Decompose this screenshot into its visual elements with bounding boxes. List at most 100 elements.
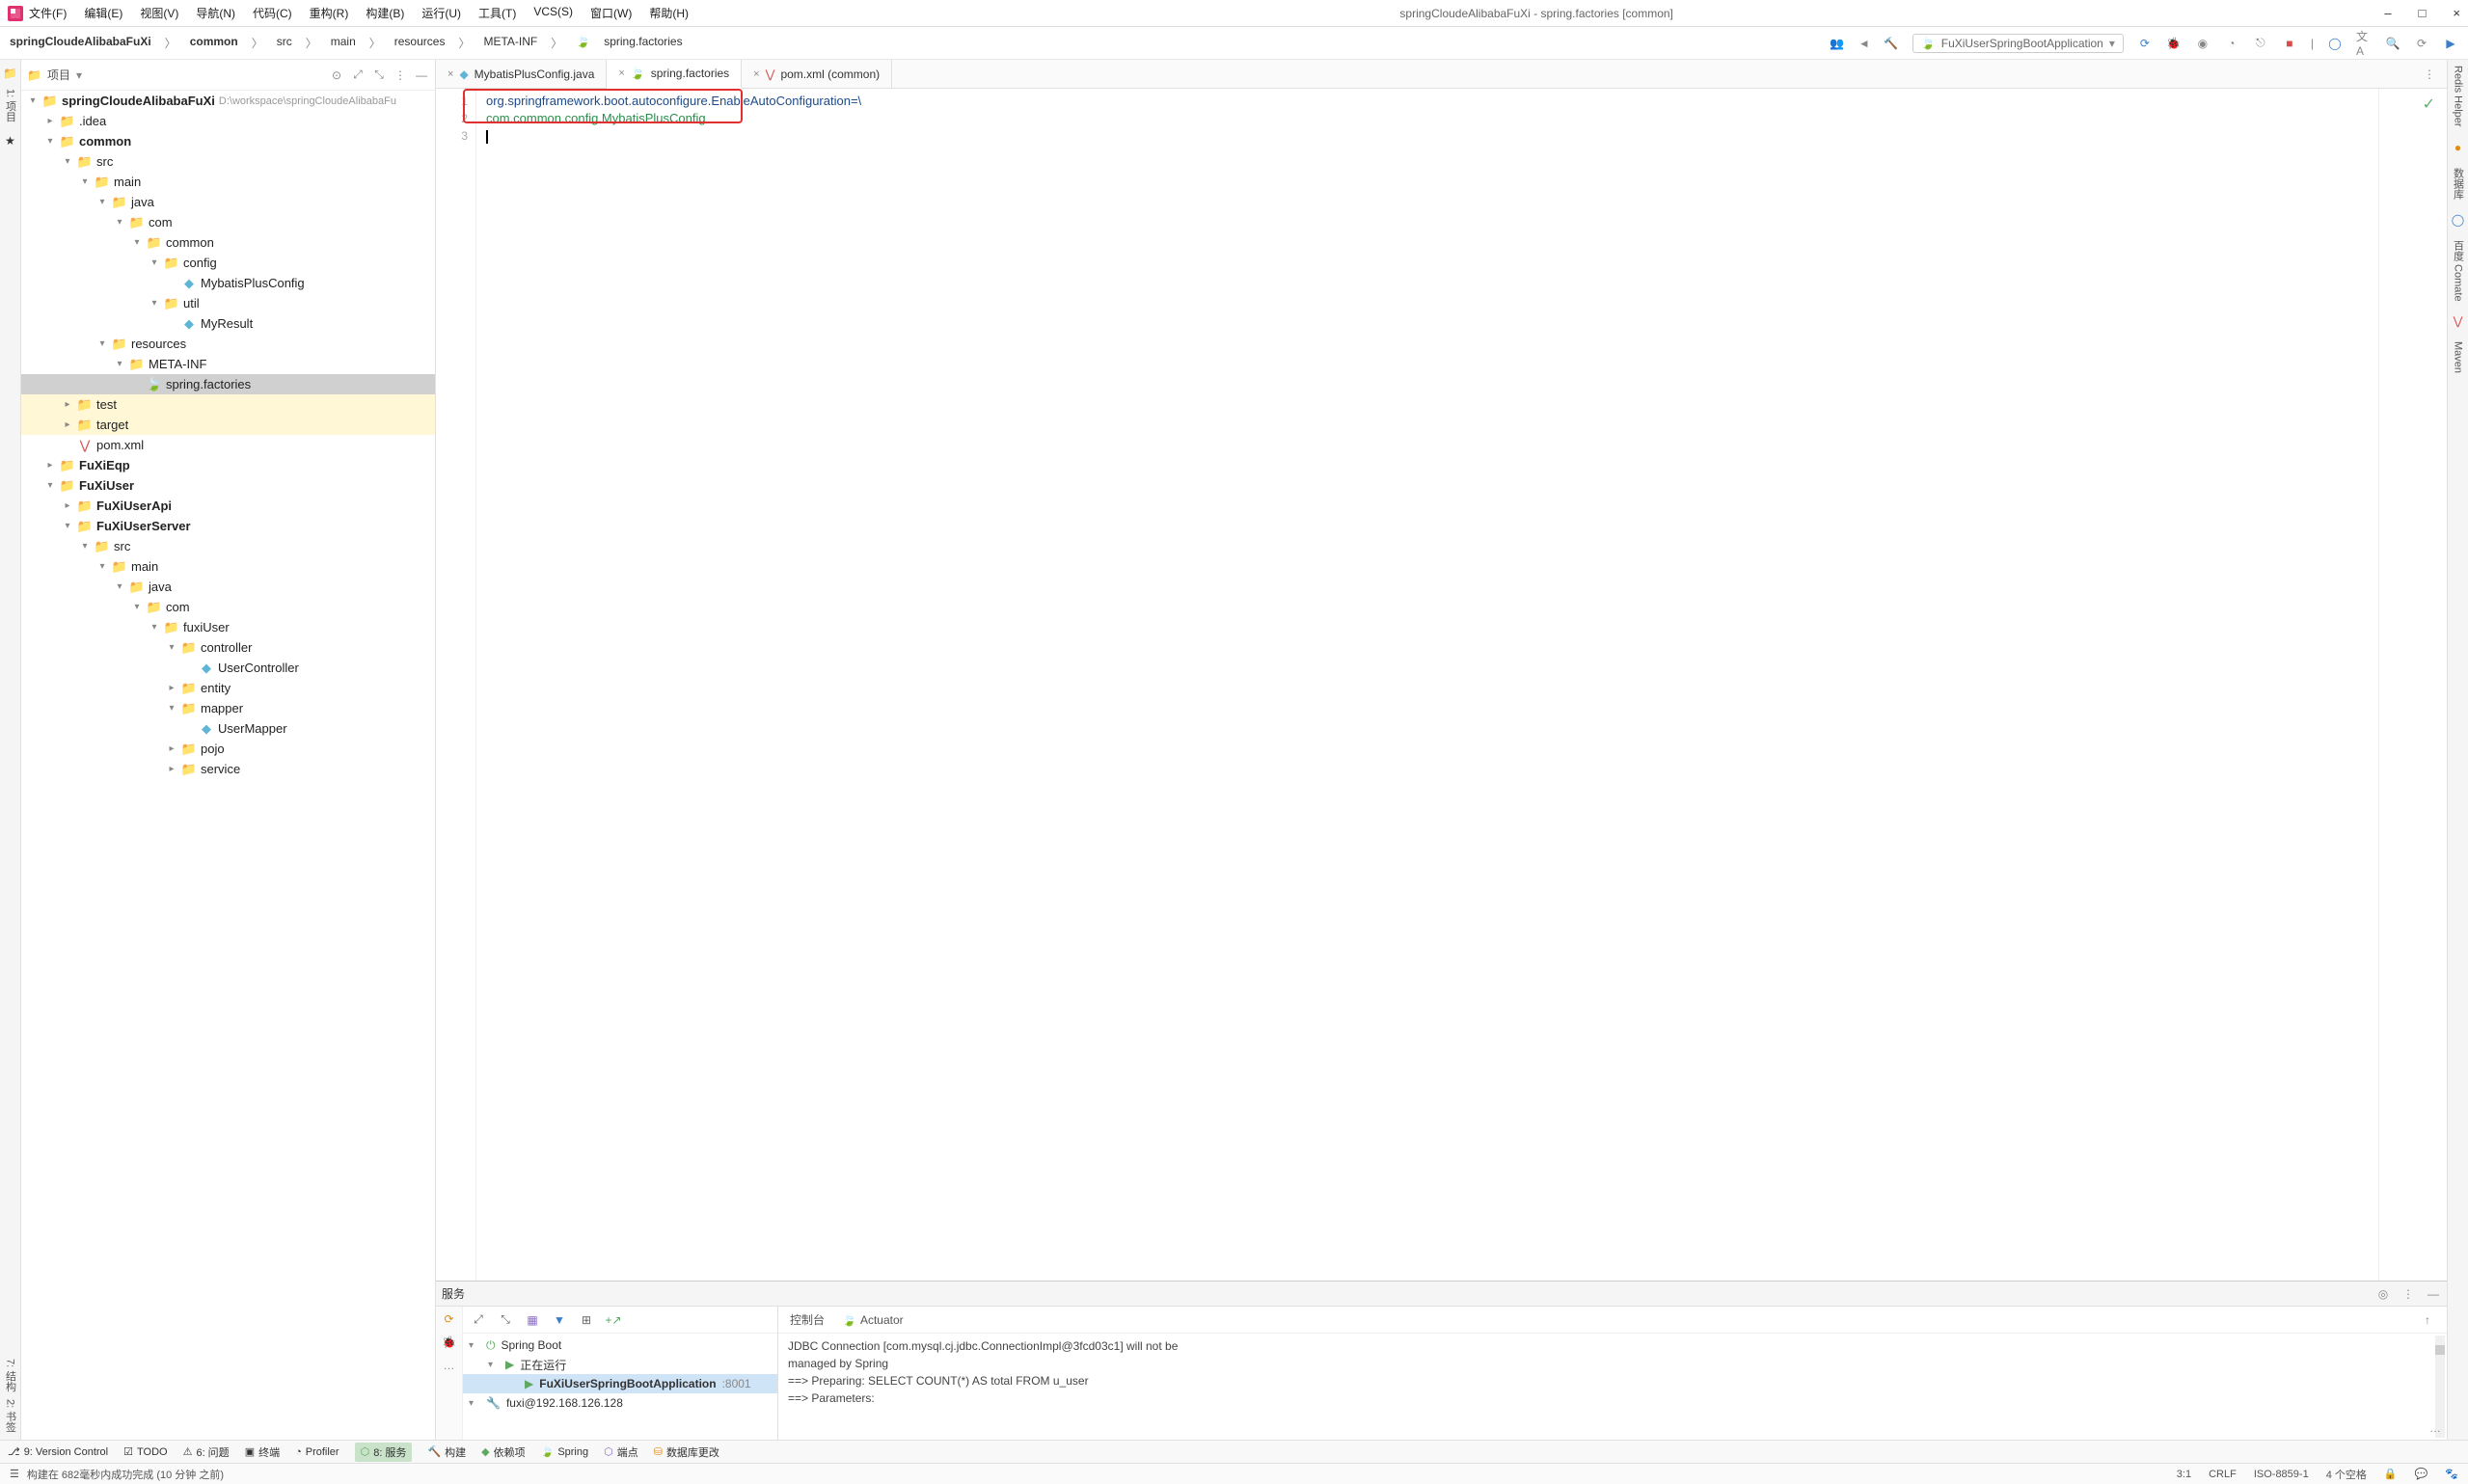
- target-icon[interactable]: ⊙: [329, 67, 344, 83]
- crumb-project[interactable]: springCloudeAlibabaFuXi: [10, 35, 151, 51]
- tree-item-controller[interactable]: ▾📁controller: [21, 637, 435, 658]
- tw-endpoints[interactable]: ⬡端点: [604, 1444, 638, 1460]
- attach-icon[interactable]: ⎋: [2253, 36, 2268, 51]
- service-item--[interactable]: ▾▶正在运行: [463, 1355, 777, 1374]
- service-item-spring-boot[interactable]: ▾⏻Spring Boot: [463, 1336, 777, 1355]
- tw-dbchanges[interactable]: ⛁数据库更改: [654, 1444, 719, 1460]
- bookmark-tab-icon[interactable]: ★: [3, 133, 18, 148]
- left-tab-bookmarks[interactable]: 2: 书签: [3, 1399, 18, 1432]
- tw-problems[interactable]: ⚠6: 问题: [183, 1444, 230, 1460]
- tree-item-common[interactable]: ▾📁common: [21, 131, 435, 151]
- right-tab-redis[interactable]: Redis Helper: [2453, 66, 2464, 127]
- tree-item-usercontroller[interactable]: ◆UserController: [21, 658, 435, 678]
- tree-item-src[interactable]: ▾📁src: [21, 536, 435, 556]
- menu-edit[interactable]: 编辑(E): [84, 5, 122, 21]
- expand-all-icon[interactable]: ⤢: [471, 1312, 486, 1328]
- status-line-sep[interactable]: CRLF: [2209, 1469, 2237, 1480]
- tree-item-mybatisplusconfig[interactable]: ◆MybatisPlusConfig: [21, 273, 435, 293]
- crumb-module[interactable]: common: [190, 35, 238, 51]
- service-item-fuxi-192-168-126-128[interactable]: ▾🔧fuxi@192.168.126.128: [463, 1393, 777, 1413]
- record-icon[interactable]: ◎: [2375, 1286, 2391, 1302]
- tree-item-myresult[interactable]: ◆MyResult: [21, 313, 435, 334]
- collapse-icon[interactable]: ⤡: [371, 67, 387, 83]
- close-icon[interactable]: ×: [753, 68, 759, 80]
- users-icon[interactable]: 👥: [1830, 36, 1845, 51]
- menu-file[interactable]: 文件(F): [29, 5, 67, 21]
- tree-item-pom-xml[interactable]: ⋁pom.xml: [21, 435, 435, 455]
- menu-help[interactable]: 帮助(H): [649, 5, 689, 21]
- add-icon[interactable]: ⊞: [579, 1312, 594, 1328]
- project-tree[interactable]: ▾📁springCloudeAlibabaFuXi D:\workspace\s…: [21, 91, 435, 1440]
- browser-icon[interactable]: ◯: [2327, 36, 2343, 51]
- tree-item-pojo[interactable]: ▸📁pojo: [21, 739, 435, 759]
- rerun-icon[interactable]: ⟳: [444, 1312, 453, 1326]
- expand-icon[interactable]: ⤢: [350, 67, 366, 83]
- project-dropdown-label[interactable]: 项目: [47, 67, 70, 83]
- tab-mybatis[interactable]: × ◆ MybatisPlusConfig.java: [436, 60, 607, 88]
- collapse-all-icon[interactable]: ⤡: [498, 1312, 513, 1328]
- tree-item-fuxieqp[interactable]: ▸📁FuXiEqp: [21, 455, 435, 475]
- tree-item-service[interactable]: ▸📁service: [21, 759, 435, 779]
- tw-terminal[interactable]: ▣终端: [245, 1444, 280, 1460]
- tree-item-fuxiuser[interactable]: ▾📁FuXiUser: [21, 475, 435, 496]
- hammer-icon[interactable]: 🔨: [1884, 36, 1899, 51]
- tw-todo[interactable]: ☑TODO: [123, 1445, 167, 1458]
- paw-icon[interactable]: 🐾: [2445, 1468, 2458, 1480]
- tree-item-springcloudealibabafuxi[interactable]: ▾📁springCloudeAlibabaFuXi D:\workspace\s…: [21, 91, 435, 111]
- more-console-icon[interactable]: …: [2427, 1420, 2443, 1436]
- tree-item-main[interactable]: ▾📁main: [21, 172, 435, 192]
- scroll-up-icon[interactable]: ↑: [2420, 1312, 2435, 1328]
- tw-profiler[interactable]: ◔Profiler: [295, 1446, 339, 1458]
- crumb-src[interactable]: src: [277, 35, 292, 51]
- tw-version-control[interactable]: ⎇9: Version Control: [8, 1445, 108, 1458]
- menu-build[interactable]: 构建(B): [366, 5, 404, 21]
- lock-icon[interactable]: 🔒: [2384, 1468, 2398, 1480]
- profile-icon[interactable]: ◔: [2224, 36, 2239, 51]
- left-tab-structure[interactable]: 7: 结构: [3, 1359, 18, 1391]
- project-tab-icon[interactable]: 📁: [3, 66, 18, 81]
- tree-item-entity[interactable]: ▸📁entity: [21, 678, 435, 698]
- tab-factories[interactable]: × 🍃 spring.factories: [607, 60, 742, 89]
- stop-button[interactable]: ■: [2282, 36, 2297, 51]
- gear-icon[interactable]: ⋮: [393, 67, 408, 83]
- tree-item-fuxiuserserver[interactable]: ▾📁FuXiUserServer: [21, 516, 435, 536]
- tab-pom[interactable]: × ⋁ pom.xml (common): [742, 60, 892, 88]
- console-tab[interactable]: 控制台: [790, 1311, 825, 1328]
- menu-window[interactable]: 窗口(W): [590, 5, 632, 21]
- tree-item-java[interactable]: ▾📁java: [21, 192, 435, 212]
- right-tab-maven[interactable]: Maven: [2453, 341, 2464, 373]
- translate-icon[interactable]: 文A: [2356, 36, 2372, 51]
- close-icon[interactable]: ×: [447, 68, 453, 80]
- status-indent[interactable]: 4 个空格: [2326, 1467, 2367, 1482]
- tree-item--idea[interactable]: ▸📁.idea: [21, 111, 435, 131]
- tree-item-target[interactable]: ▸📁target: [21, 415, 435, 435]
- grid-icon[interactable]: ▦: [525, 1312, 540, 1328]
- crumb-resources[interactable]: resources: [394, 35, 446, 51]
- tw-spring[interactable]: 🍃Spring: [541, 1445, 589, 1458]
- tree-item-spring-factories[interactable]: 🍃spring.factories: [21, 374, 435, 394]
- status-encoding[interactable]: ISO-8859-1: [2254, 1469, 2309, 1480]
- bug-icon[interactable]: 🐞: [2166, 36, 2182, 51]
- tw-build[interactable]: 🔨构建: [427, 1444, 466, 1460]
- debug-icon[interactable]: 🐞: [442, 1336, 456, 1349]
- chevron-down-icon[interactable]: ▾: [76, 68, 82, 82]
- left-tab-project[interactable]: 1: 项目: [3, 89, 18, 121]
- crumb-metainf[interactable]: META-INF: [483, 35, 537, 51]
- search-icon[interactable]: 🔍: [2385, 36, 2400, 51]
- console-output[interactable]: JDBC Connection [com.mysql.cj.jdbc.Conne…: [778, 1334, 2447, 1440]
- close-button[interactable]: ×: [2453, 6, 2460, 20]
- right-tab-comate[interactable]: 百度 Comate: [2451, 240, 2466, 302]
- update-icon[interactable]: ⟳: [2414, 36, 2429, 51]
- next-icon[interactable]: ▶: [2443, 36, 2458, 51]
- tree-item-com[interactable]: ▾📁com: [21, 212, 435, 232]
- service-item-fuxiuserspringbootapplication[interactable]: ▶FuXiUserSpringBootApplication :8001: [463, 1374, 777, 1393]
- plus-icon[interactable]: +↗: [606, 1312, 621, 1328]
- tree-item-common[interactable]: ▾📁common: [21, 232, 435, 253]
- right-tab-database[interactable]: 数据库: [2451, 168, 2466, 200]
- coverage-icon[interactable]: ◉: [2195, 36, 2210, 51]
- tree-item-meta-inf[interactable]: ▾📁META-INF: [21, 354, 435, 374]
- more-icon-2[interactable]: …: [444, 1359, 455, 1372]
- hide-panel-icon[interactable]: —: [2426, 1286, 2441, 1302]
- run-config-combo[interactable]: 🍃 FuXiUserSpringBootApplication ▾: [1912, 34, 2124, 53]
- tab-menu-icon[interactable]: ⋮: [2422, 67, 2437, 82]
